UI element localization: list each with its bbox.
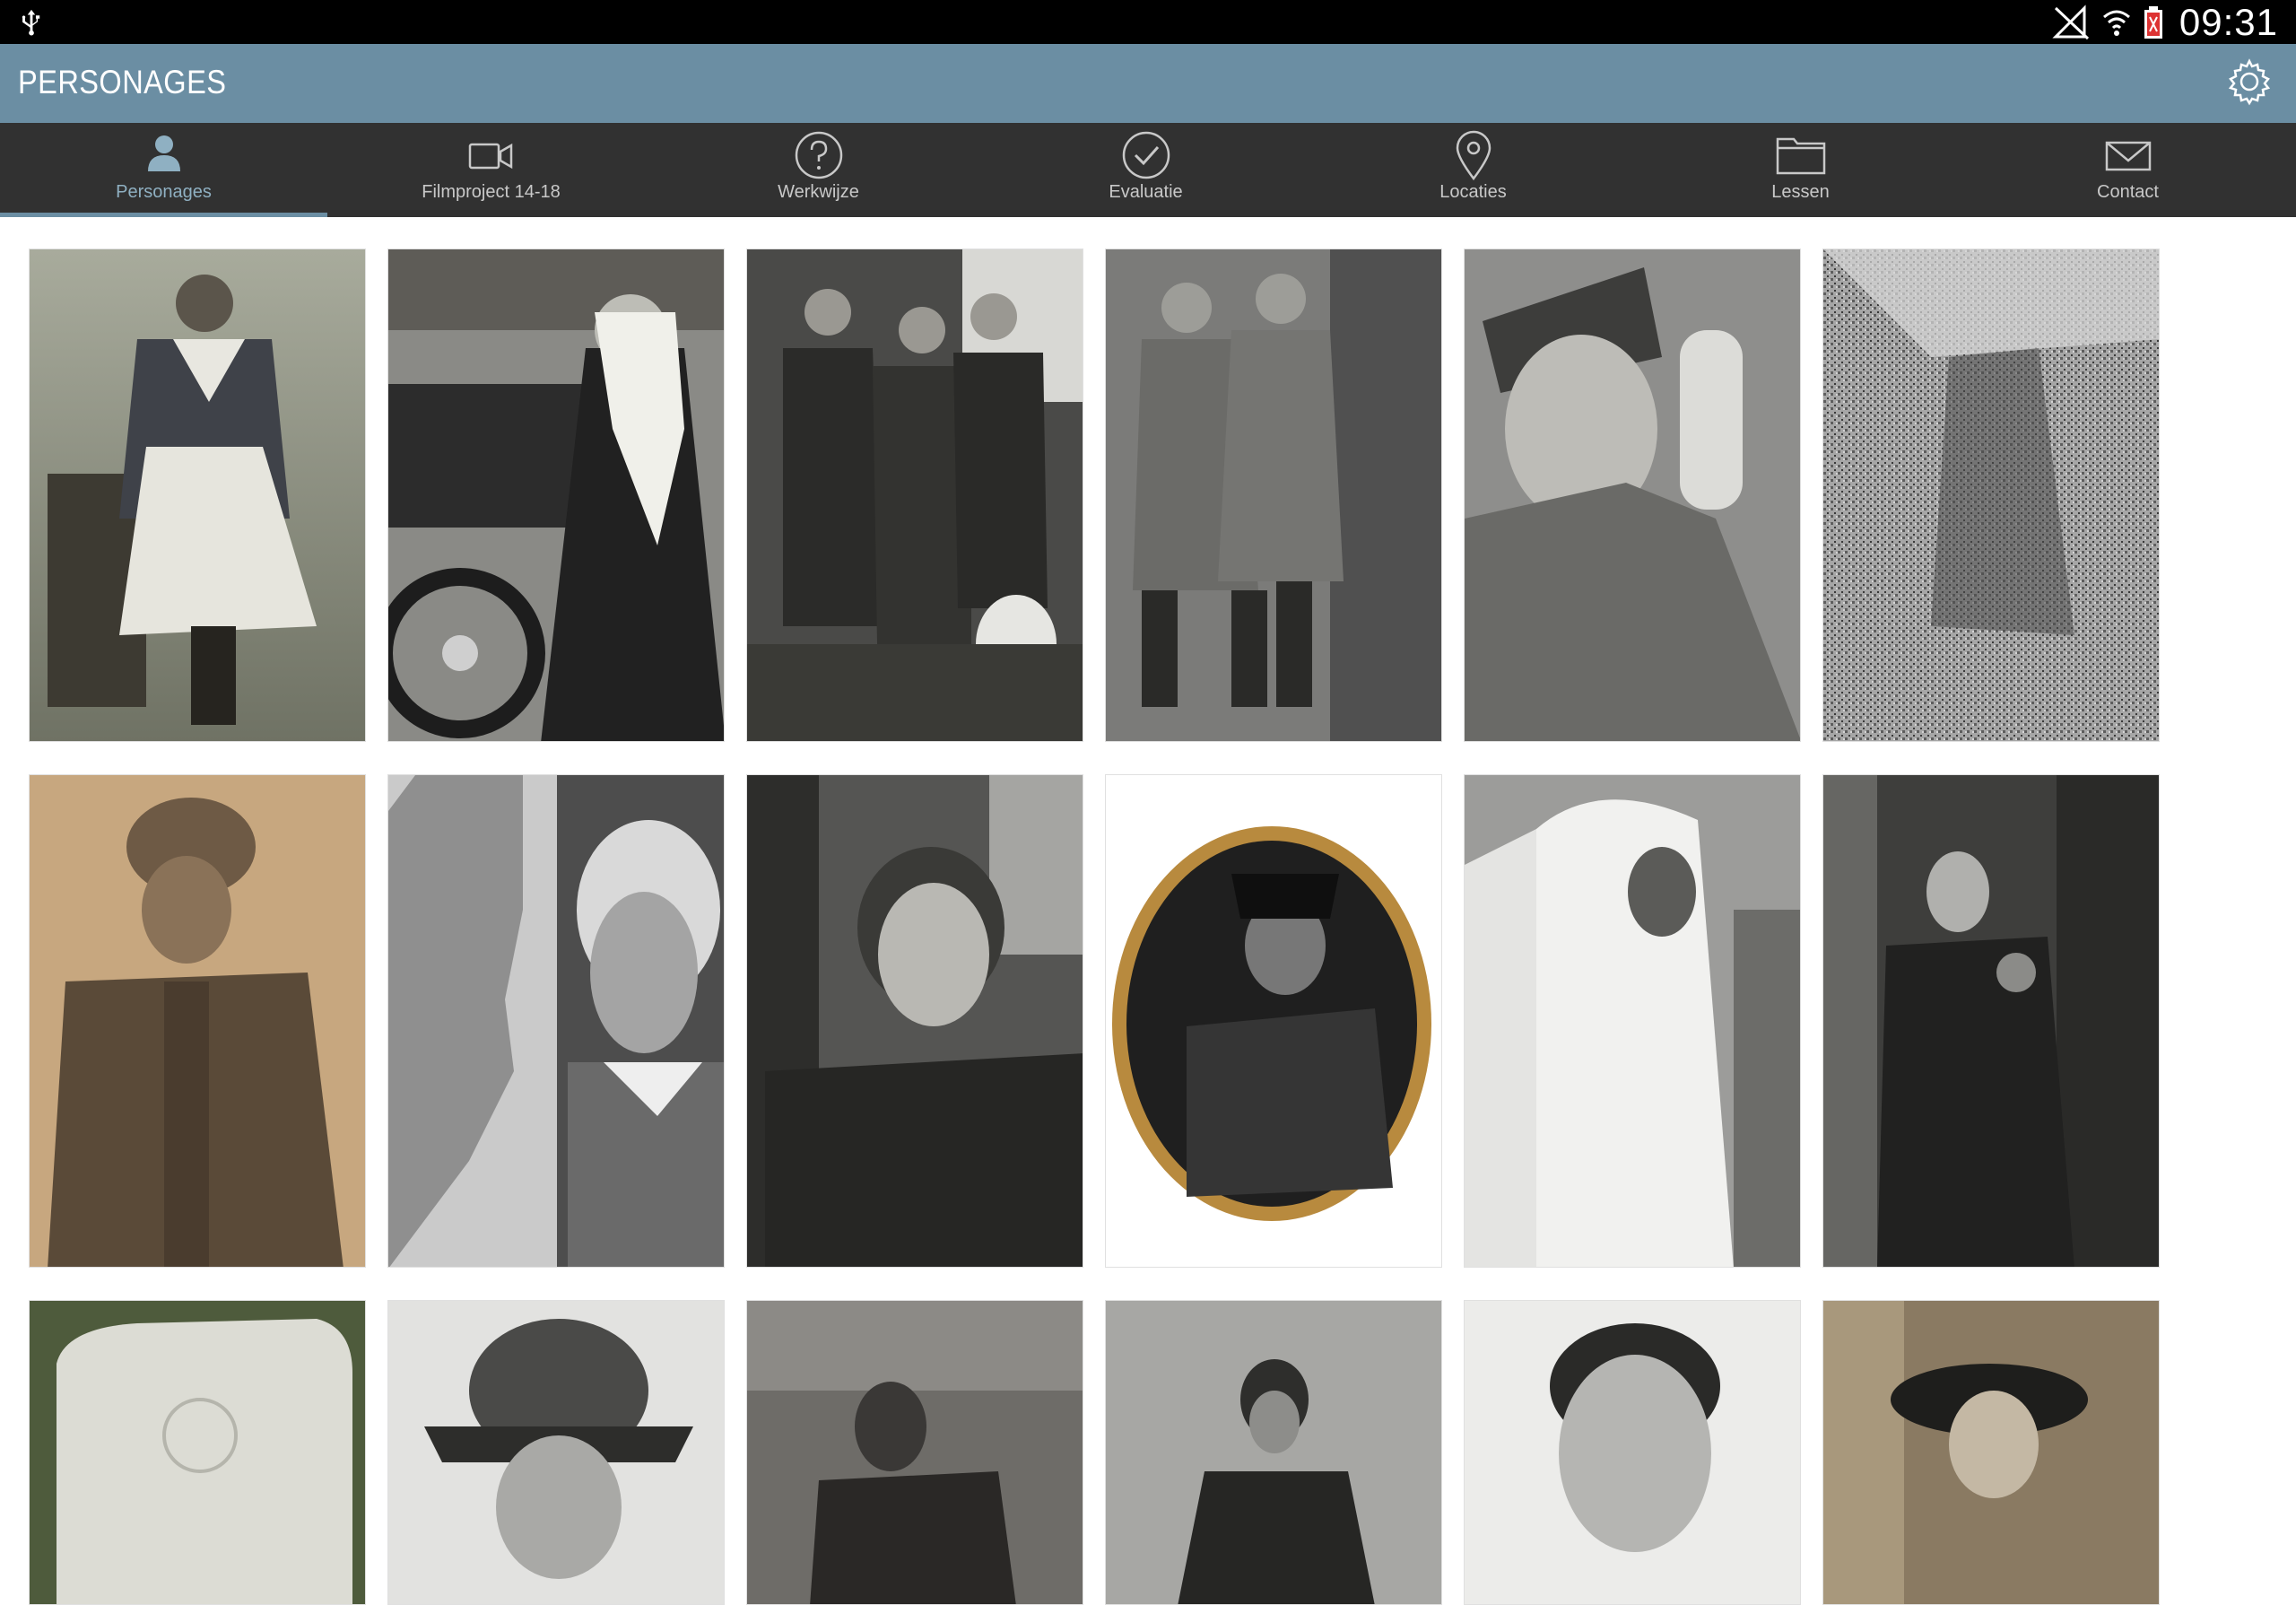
person-icon [147,135,180,171]
no-signal-icon [2052,4,2089,39]
portrait-photo [30,1301,365,1604]
tab-personages[interactable]: Personages [0,123,327,217]
tab-lessen[interactable]: Lessen [1637,123,1964,217]
tab-label: Locaties [1439,182,1507,202]
page-title: PERSONAGES [18,64,227,100]
tab-werkwijze[interactable]: Werkwijze [655,123,982,217]
photo-tile[interactable] [387,1300,725,1605]
portrait-photo [1465,1301,1800,1604]
photo-tile[interactable] [1464,774,1801,1268]
portrait-photo [388,775,724,1267]
portrait-photo [1465,775,1800,1267]
portrait-photo [1106,1301,1441,1604]
portrait-photo [1465,249,1800,741]
tab-evaluatie[interactable]: Evaluatie [982,123,1309,217]
photo-tile[interactable] [387,774,725,1268]
map-pin-icon [1456,130,1491,181]
photo-tile[interactable] [387,249,725,742]
envelope-icon [2105,141,2151,171]
photo-tile[interactable] [1105,1300,1442,1605]
status-clock: 09:31 [2179,0,2278,43]
portrait-photo [388,1301,724,1604]
photo-tile[interactable] [746,1300,1083,1605]
gear-icon[interactable] [2224,57,2274,107]
portrait-photo [1823,1301,2159,1604]
usb-icon [22,9,40,36]
action-bar: PERSONAGES [0,44,2296,123]
tab-label: Evaluatie [1109,182,1183,202]
portrait-photo [1823,249,2159,741]
portrait-photo [1823,775,2159,1267]
tab-contact[interactable]: Contact [1964,123,2292,217]
portrait-photo [30,249,365,741]
portrait-photo [1106,775,1441,1267]
portrait-photo [1106,249,1441,741]
photo-tile[interactable] [746,249,1083,742]
photo-tile[interactable] [1105,249,1442,742]
folder-icon [1776,137,1825,175]
tab-label: Contact [2097,182,2159,202]
photo-tile[interactable] [29,774,366,1268]
portrait-photo [388,249,724,741]
video-camera-icon [468,143,512,170]
photo-tile[interactable] [1105,774,1442,1268]
tab-label: Lessen [1771,182,1830,202]
photo-tile[interactable] [1464,249,1801,742]
wifi-icon [2102,10,2130,36]
portrait-photo [747,775,1083,1267]
tab-bar: Personages Filmproject 14-18 Werkwijze E… [0,123,2296,217]
photo-tile[interactable] [1822,1300,2160,1605]
question-circle-icon [795,131,842,179]
portrait-photo [30,775,365,1267]
tab-label: Personages [116,182,212,202]
check-circle-icon [1122,131,1170,179]
photo-tile[interactable] [29,1300,366,1605]
portrait-photo [747,1301,1083,1604]
status-bar: 09:31 [0,0,2296,44]
photo-tile[interactable] [1822,249,2160,742]
photo-tile[interactable] [1822,774,2160,1268]
tab-label: Filmproject 14-18 [422,182,561,202]
photo-tile[interactable] [1464,1300,1801,1605]
photo-tile[interactable] [746,774,1083,1268]
tab-filmproject[interactable]: Filmproject 14-18 [327,123,655,217]
tab-label: Werkwijze [778,182,859,202]
battery-low-icon [2144,5,2162,39]
photo-tile[interactable] [29,249,366,742]
tab-locaties[interactable]: Locaties [1309,123,1637,217]
portrait-photo [747,249,1083,741]
